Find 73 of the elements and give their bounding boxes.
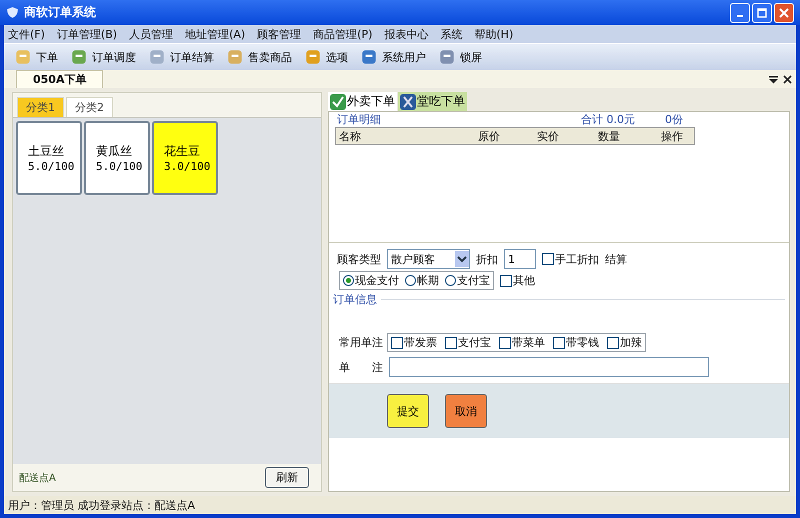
refresh-button[interactable]: 刷新 (265, 467, 309, 488)
section-title: 订单明细 (337, 112, 381, 127)
station-label: 配送点A (19, 472, 56, 484)
menu-item[interactable]: 人员管理 (129, 26, 174, 42)
toolbar-icon (226, 48, 244, 66)
product-tile[interactable]: 土豆丝 5.0/100 (16, 121, 82, 195)
manual-discount-checkbox[interactable]: 手工折扣 (542, 252, 599, 266)
maximize-icon (757, 8, 767, 18)
note-checkbox[interactable]: 支付宝 (445, 335, 491, 350)
order-tab[interactable]: 外卖下单 (328, 92, 397, 111)
window-title: 商软订单系统 (24, 4, 96, 21)
field-label: 单 注 (339, 360, 384, 374)
product-tile[interactable]: 花生豆 3.0/100 (152, 121, 218, 195)
other-checkbox[interactable]: 其他 (500, 273, 535, 288)
column-header: 操作 (660, 128, 683, 144)
field-label: 顾客类型 (337, 252, 381, 266)
settle-label: 结算 (605, 252, 627, 266)
status-text: 用户：管理员 成功登录站点：配送点A (8, 498, 196, 512)
customer-type-select[interactable]: 散户顾客 (387, 249, 470, 269)
category-tab[interactable]: 分类2 (66, 97, 113, 117)
menu-item[interactable]: 商品管理(P) (313, 26, 372, 42)
maximize-button[interactable] (752, 2, 772, 22)
close-icon (779, 8, 789, 18)
count-text: 0份 (665, 112, 683, 127)
payment-radio[interactable]: 现金支付 (343, 273, 399, 288)
toolbar-button[interactable]: 售卖商品 (224, 48, 294, 66)
column-header: 数量 (597, 128, 621, 144)
column-header: 名称 (338, 128, 362, 144)
remark-field[interactable] (389, 357, 709, 377)
submit-button[interactable]: 提交 (387, 394, 429, 428)
close-button[interactable] (774, 2, 794, 22)
minimize-icon (737, 14, 743, 16)
payment-radio[interactable]: 帐期 (405, 273, 439, 288)
toolbar-icon (14, 48, 32, 66)
close-icon[interactable] (783, 75, 792, 84)
product-tile[interactable]: 黄瓜丝 5.0/100 (84, 121, 150, 195)
category-tab[interactable]: 分类1 (17, 97, 64, 117)
note-checkbox[interactable]: 带菜单 (499, 335, 545, 350)
dropdown-icon[interactable] (769, 75, 778, 84)
toolbar-button[interactable]: 锁屏 (436, 48, 484, 66)
toolbar-button[interactable]: 订单结算 (146, 48, 216, 66)
note-checkbox[interactable]: 带发票 (391, 335, 437, 350)
menu-item[interactable]: 订单管理(B) (56, 26, 118, 42)
document-tab[interactable]: 050A下单 (16, 70, 104, 88)
menu-item[interactable]: 顾客管理 (257, 26, 302, 42)
toolbar-icon (438, 48, 456, 66)
toolbar-icon (360, 48, 378, 66)
menu-item[interactable]: 地址管理(A) (185, 26, 246, 42)
menu-item[interactable]: 系统 (440, 26, 462, 42)
field-label: 常用单注 (339, 335, 383, 350)
toolbar-button[interactable]: 选项 (302, 48, 350, 66)
toolbar-icon (148, 48, 166, 66)
menu-item[interactable]: 文件(F) (8, 26, 45, 42)
note-checkbox[interactable]: 带零钱 (553, 335, 599, 350)
toolbar-button[interactable]: 下单 (12, 48, 60, 66)
column-header: 原价 (477, 128, 501, 144)
toolbar-button[interactable]: 系统用户 (358, 48, 428, 66)
total-text: 合计 0.0元 (581, 112, 635, 127)
toolbar-icon (304, 48, 322, 66)
shield-icon (6, 6, 19, 19)
toolbar-icon (70, 48, 88, 66)
note-checkbox[interactable]: 加辣 (607, 335, 642, 350)
menu-item[interactable]: 帮助(H) (474, 26, 514, 42)
discount-field[interactable]: 1 (504, 249, 536, 269)
section-title: 订单信息 (333, 292, 377, 307)
toolbar-button[interactable]: 订单调度 (68, 48, 138, 66)
column-header: 实价 (536, 128, 560, 144)
field-label: 折扣 (476, 252, 498, 266)
order-tab[interactable]: 堂吃下单 (398, 92, 467, 111)
cancel-button[interactable]: 取消 (445, 394, 487, 428)
menu-item[interactable]: 报表中心 (384, 26, 428, 42)
minimize-button[interactable] (730, 2, 750, 22)
payment-radio[interactable]: 支付宝 (445, 273, 490, 288)
